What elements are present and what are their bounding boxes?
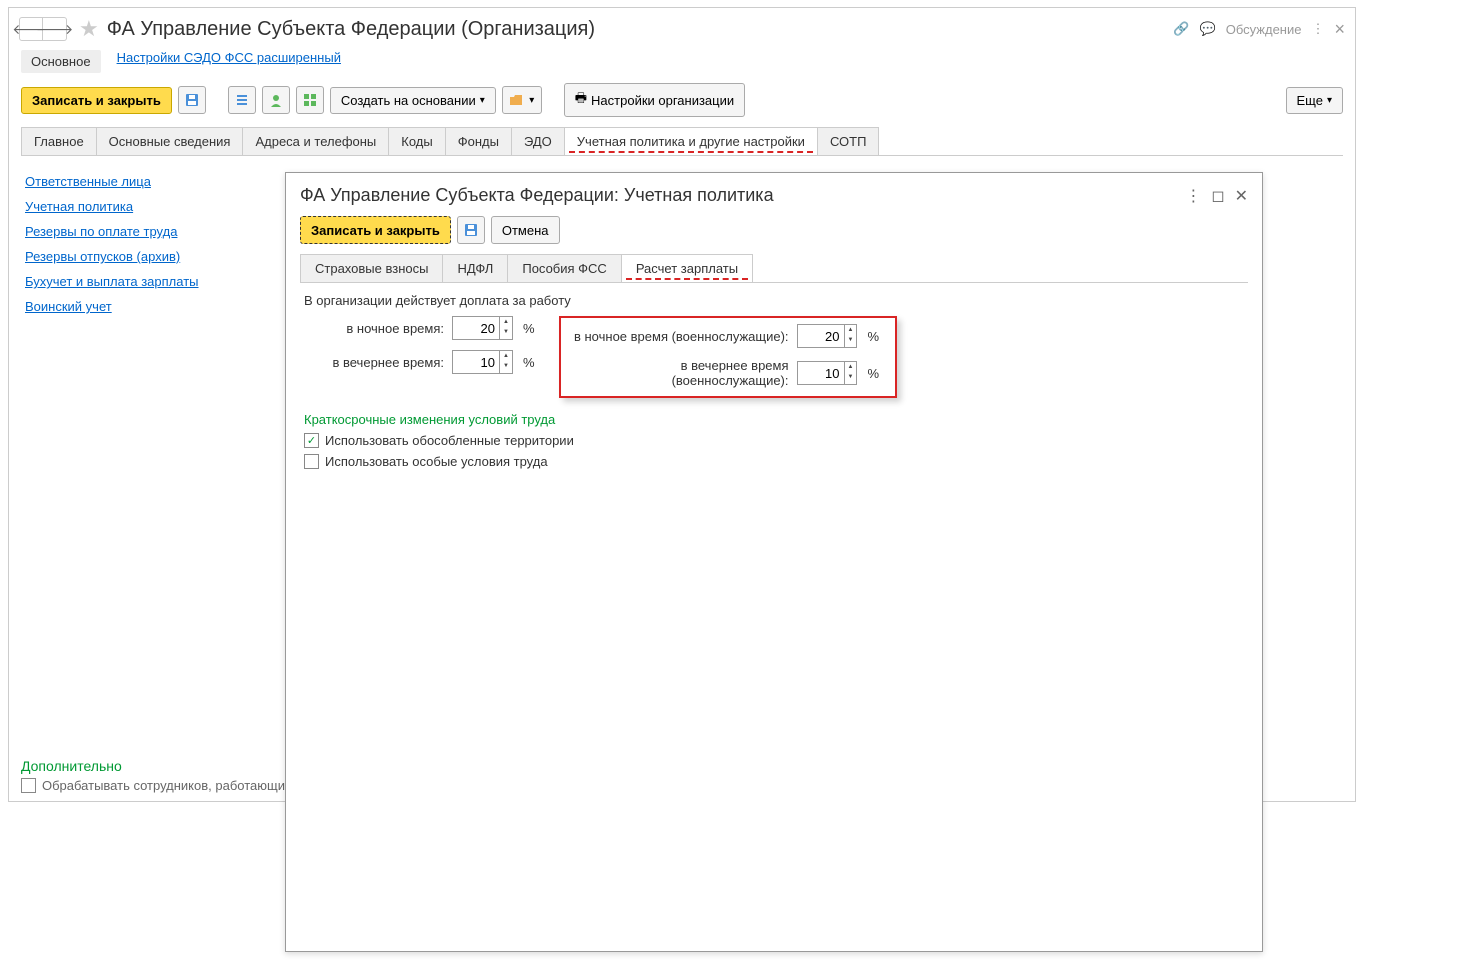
main-toolbar: Записать и закрыть Создать на основании … (9, 83, 1355, 127)
accounting-policy-dialog: ФА Управление Субъекта Федерации: Учетна… (285, 172, 1263, 952)
inner-tab-ndfl[interactable]: НДФЛ (442, 254, 508, 282)
link-accounting-policy[interactable]: Учетная политика (25, 199, 271, 214)
more-button[interactable]: Еще ▾ (1286, 87, 1343, 114)
save-close-button[interactable]: Записать и закрыть (21, 87, 172, 114)
footer-chk-label: Обрабатывать сотрудников, работающих (42, 778, 291, 793)
window-controls: 🔗 💬 Обсуждение ⋮ × (1173, 19, 1345, 40)
chk-territories[interactable]: ✓ (304, 433, 319, 448)
dialog-maximize-icon[interactable]: ◻ (1211, 186, 1224, 206)
grid-icon-button[interactable] (296, 86, 324, 114)
pct-unit: % (523, 355, 535, 370)
dialog-toolbar: Записать и закрыть Отмена (286, 216, 1262, 254)
link-reserves-vacation[interactable]: Резервы отпусков (архив) (25, 249, 271, 264)
link-icon[interactable]: 🔗 (1173, 21, 1189, 37)
print-icon: 🖶 (575, 89, 587, 111)
dialog-close-icon[interactable]: ✕ (1235, 186, 1248, 206)
tab-addresses[interactable]: Адреса и телефоны (242, 127, 389, 155)
tab-accounting-policy[interactable]: Учетная политика и другие настройки (564, 127, 818, 155)
spin-up-icon[interactable]: ▲ (500, 351, 512, 361)
discuss-link[interactable]: Обсуждение (1226, 22, 1302, 37)
link-accounting-salary[interactable]: Бухучет и выплата зарплаты (25, 274, 271, 289)
main-tabs: Главное Основные сведения Адреса и телеф… (21, 127, 1343, 156)
spin-up-icon[interactable]: ▲ (845, 362, 857, 372)
dialog-body: В организации действует доплата за работ… (286, 283, 1262, 485)
sidebar-links: Ответственные лица Учетная политика Резе… (21, 168, 281, 764)
tab-main[interactable]: Главное (21, 127, 97, 155)
pct-unit: % (867, 329, 879, 344)
footer-section: Дополнительно Обрабатывать сотрудников, … (21, 758, 291, 793)
evening-spinner[interactable]: ▲▼ (452, 350, 513, 374)
spin-up-icon[interactable]: ▲ (500, 317, 512, 327)
tab-codes[interactable]: Коды (388, 127, 445, 155)
dialog-title-bar: ФА Управление Субъекта Федерации: Учетна… (286, 173, 1262, 216)
link-responsible[interactable]: Ответственные лица (25, 174, 271, 189)
night-mil-spinner[interactable]: ▲▼ (797, 324, 858, 348)
night-label: в ночное время: (304, 321, 444, 336)
dialog-cancel-button[interactable]: Отмена (491, 216, 560, 244)
more-menu-icon[interactable]: ⋮ (1311, 21, 1324, 37)
forward-button[interactable]: 🡒 (43, 17, 67, 41)
footer-checkbox[interactable] (21, 778, 36, 793)
chk-special-conditions-label: Использовать особые условия труда (325, 454, 548, 469)
dialog-save-button[interactable] (457, 216, 485, 244)
night-mil-input[interactable] (798, 325, 844, 347)
tab-funds[interactable]: Фонды (445, 127, 512, 155)
section-sedo-link[interactable]: Настройки СЭДО ФСС расширенный (117, 50, 341, 73)
spin-up-icon[interactable]: ▲ (845, 325, 857, 335)
section-text: В организации действует доплата за работ… (304, 293, 1244, 308)
night-spinner[interactable]: ▲▼ (452, 316, 513, 340)
tab-edo[interactable]: ЭДО (511, 127, 565, 155)
chevron-down-icon: ▾ (529, 95, 534, 106)
list-icon-button[interactable] (228, 86, 256, 114)
pct-unit: % (867, 366, 879, 381)
save-button[interactable] (178, 86, 206, 114)
section-main[interactable]: Основное (21, 50, 101, 73)
evening-mil-spinner[interactable]: ▲▼ (797, 361, 858, 385)
spin-down-icon[interactable]: ▼ (845, 335, 857, 345)
short-term-title: Краткосрочные изменения условий труда (304, 412, 1244, 427)
pct-unit: % (523, 321, 535, 336)
chk-special-conditions[interactable] (304, 454, 319, 469)
fields-grid: в ночное время: ▲▼ % в вечернее время: ▲… (304, 316, 1244, 398)
create-based-button[interactable]: Создать на основании ▾ (330, 87, 496, 114)
star-icon[interactable]: ★ (79, 16, 99, 42)
chevron-down-icon: ▾ (1327, 95, 1332, 106)
chevron-down-icon: ▾ (480, 95, 485, 106)
evening-label: в вечернее время: (304, 355, 444, 370)
night-input[interactable] (453, 317, 499, 339)
evening-mil-label: в вечернее время (военнослужащие): (569, 358, 789, 388)
inner-tab-salary-calc[interactable]: Расчет зарплаты (621, 254, 753, 282)
dialog-title: ФА Управление Субъекта Федерации: Учетна… (300, 185, 774, 206)
title-bar: 🡐 🡒 ★ ФА Управление Субъекта Федерации (… (9, 8, 1355, 50)
tab-sotp[interactable]: СОТП (817, 127, 880, 155)
spin-down-icon[interactable]: ▼ (845, 372, 857, 382)
link-military[interactable]: Воинский учет (25, 299, 271, 314)
dialog-more-icon[interactable]: ⋮ (1185, 186, 1201, 206)
spin-down-icon[interactable]: ▼ (500, 361, 512, 371)
folder-dropdown-button[interactable]: ▾ (502, 86, 542, 114)
dialog-save-close-button[interactable]: Записать и закрыть (300, 216, 451, 244)
tab-basic-info[interactable]: Основные сведения (96, 127, 244, 155)
person-icon-button[interactable] (262, 86, 290, 114)
page-title: ФА Управление Субъекта Федерации (Органи… (107, 18, 595, 41)
inner-tab-insurance[interactable]: Страховые взносы (300, 254, 443, 282)
close-icon[interactable]: × (1334, 19, 1345, 40)
inner-tab-benefits[interactable]: Пособия ФСС (507, 254, 621, 282)
dialog-tabs: Страховые взносы НДФЛ Пособия ФСС Расчет… (300, 254, 1248, 283)
org-settings-button[interactable]: 🖶 Настройки организации (564, 83, 745, 117)
section-links: Основное Настройки СЭДО ФСС расширенный (9, 50, 1355, 83)
footer-title: Дополнительно (21, 758, 291, 774)
spin-down-icon[interactable]: ▼ (500, 327, 512, 337)
chat-icon[interactable]: 💬 (1200, 21, 1216, 37)
military-fields-highlight: в ночное время (военнослужащие): ▲▼ % в … (559, 316, 898, 398)
chk-territories-label: Использовать обособленные территории (325, 433, 574, 448)
link-reserves-pay[interactable]: Резервы по оплате труда (25, 224, 271, 239)
night-mil-label: в ночное время (военнослужащие): (569, 329, 789, 344)
evening-input[interactable] (453, 351, 499, 373)
evening-mil-input[interactable] (798, 362, 844, 384)
